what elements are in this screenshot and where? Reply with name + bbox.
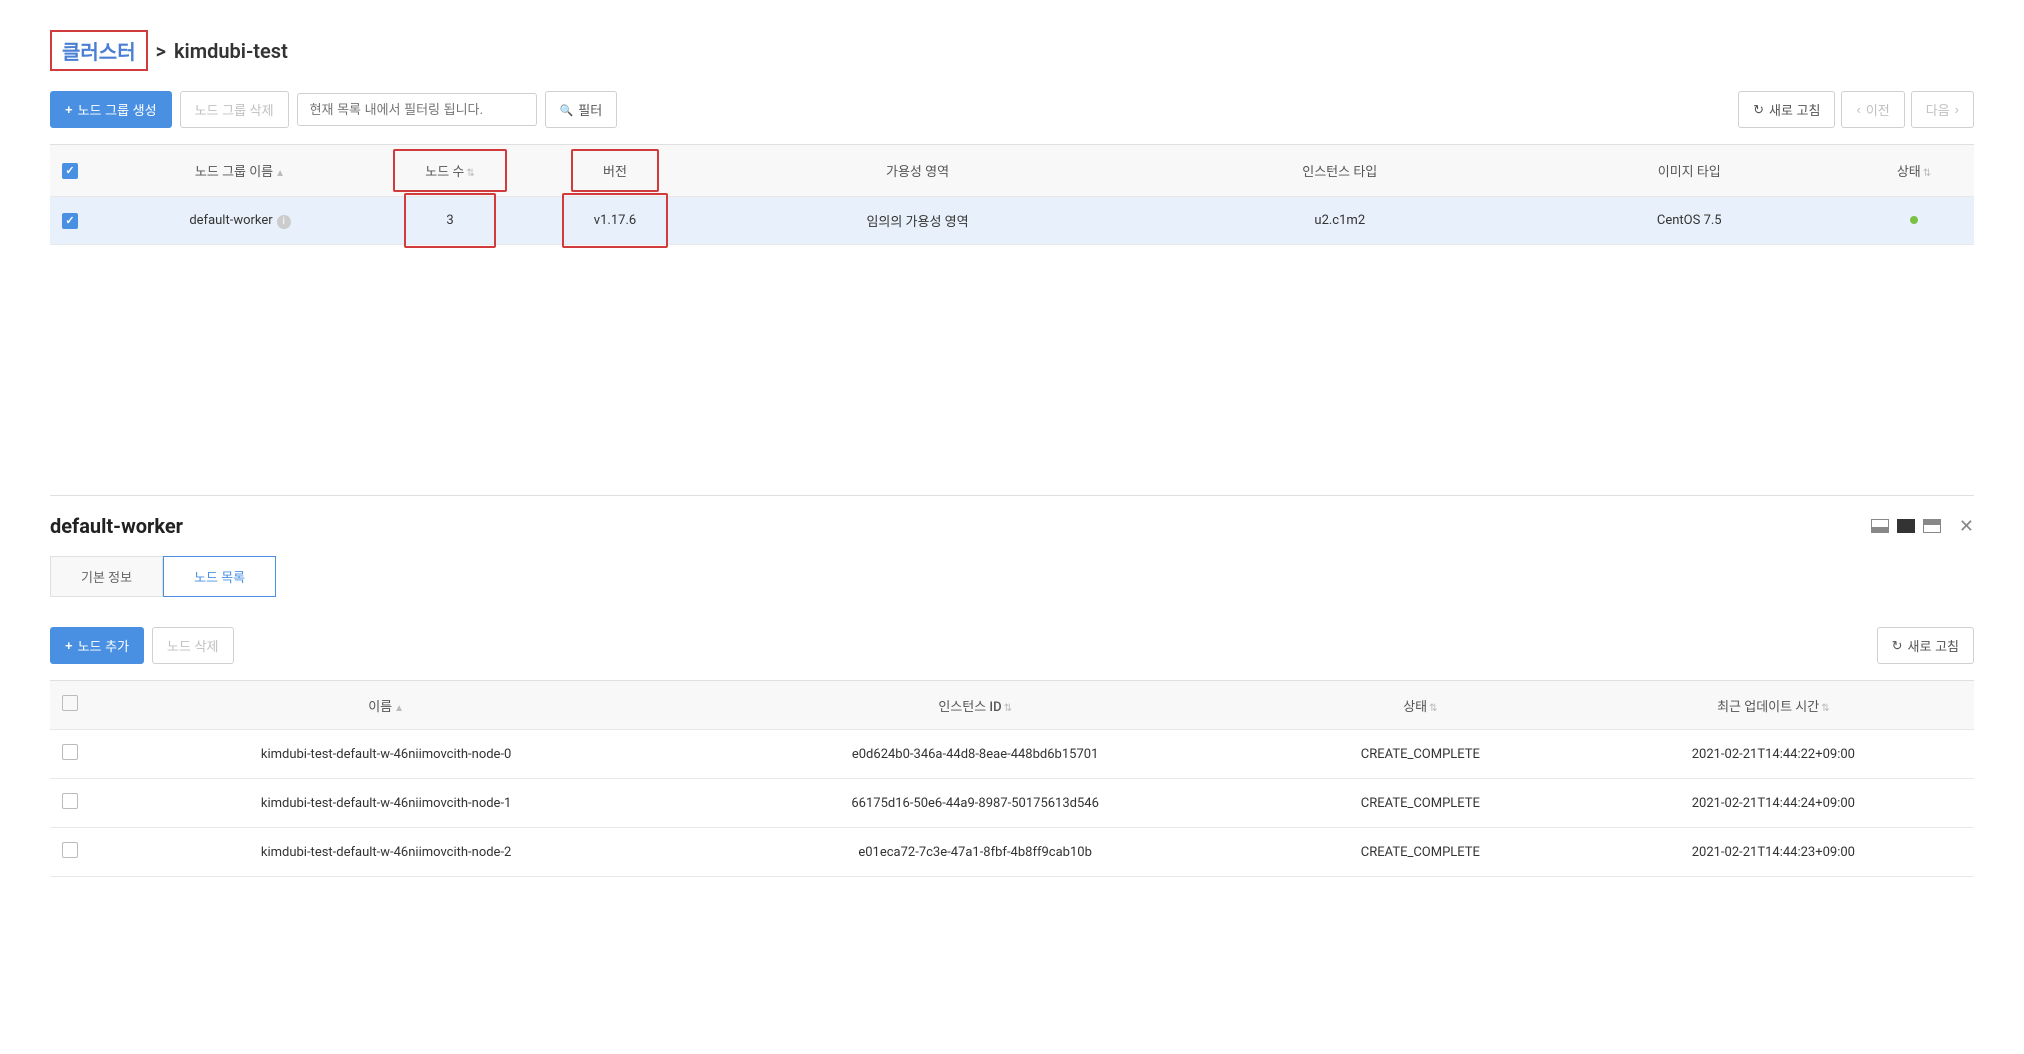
image-cell: CentOS 7.5 (1525, 197, 1855, 245)
chevron-right-icon (1955, 102, 1959, 117)
sort-icon: ▲ (394, 703, 404, 714)
prev-button[interactable]: 이전 (1841, 91, 1904, 128)
detail-panel: default-worker ✕ 기본 정보 노드 목록 노드 추가 노드 삭제 (50, 495, 1974, 877)
status-cell: CREATE_COMPLETE (1268, 779, 1573, 828)
node-group-row[interactable]: default-workeri 3 v1.17.6 임의의 가용성 영역 u2.… (50, 197, 1974, 245)
delete-node-group-button[interactable]: 노드 그룹 삭제 (180, 91, 289, 128)
refresh-label: 새로 고침 (1769, 100, 1820, 119)
row-checkbox[interactable] (62, 213, 78, 229)
create-node-group-label: 노드 그룹 생성 (78, 100, 157, 119)
prev-label: 이전 (1866, 100, 1890, 119)
node-name-cell: kimdubi-test-default-w-46niimovcith-node… (90, 779, 682, 828)
node-name-cell: kimdubi-test-default-w-46niimovcith-node… (90, 828, 682, 877)
search-icon (560, 102, 574, 117)
az-cell: 임의의 가용성 영역 (680, 197, 1155, 245)
node-list-toolbar: 노드 추가 노드 삭제 새로 고침 (50, 627, 1974, 664)
status-cell: CREATE_COMPLETE (1268, 730, 1573, 779)
col-instance-type[interactable]: 인스턴스 타입 (1155, 145, 1524, 197)
panel-refresh-button[interactable]: 새로 고침 (1877, 627, 1974, 664)
instance-cell: u2.c1m2 (1155, 197, 1524, 245)
panel-layout-bottom-icon[interactable] (1871, 519, 1889, 533)
col-node-name[interactable]: 이름▲ (90, 681, 682, 730)
sort-icon: ⇅ (1923, 168, 1931, 179)
updated-cell: 2021-02-21T14:44:24+09:00 (1573, 779, 1974, 828)
instance-id-cell: e0d624b0-346a-44d8-8eae-448bd6b15701 (682, 730, 1268, 779)
tab-basic-info[interactable]: 기본 정보 (50, 556, 163, 597)
sort-icon: ⇅ (466, 168, 474, 179)
sort-icon: ⇅ (1429, 703, 1437, 714)
col-instance-id[interactable]: 인스턴스 ID⇅ (682, 681, 1268, 730)
panel-title: default-worker (50, 514, 183, 538)
node-row[interactable]: kimdubi-test-default-w-46niimovcith-node… (50, 730, 1974, 779)
add-node-button[interactable]: 노드 추가 (50, 627, 144, 664)
filter-button[interactable]: 필터 (545, 91, 618, 128)
refresh-icon (1753, 102, 1764, 118)
version-cell: v1.17.6 (562, 193, 668, 248)
col-node-count[interactable]: 노드 수⇅ (390, 145, 510, 197)
node-row[interactable]: kimdubi-test-default-w-46niimovcith-node… (50, 828, 1974, 877)
sort-icon: ▲ (275, 168, 285, 179)
create-node-group-button[interactable]: 노드 그룹 생성 (50, 91, 172, 128)
col-updated[interactable]: 최근 업데이트 시간⇅ (1573, 681, 1974, 730)
refresh-icon (1892, 638, 1903, 654)
breadcrumb-cluster-link[interactable]: 클러스터 (50, 30, 148, 71)
refresh-button[interactable]: 새로 고침 (1738, 91, 1835, 128)
next-label: 다음 (1926, 100, 1950, 119)
tab-node-list[interactable]: 노드 목록 (163, 556, 276, 597)
col-image-type[interactable]: 이미지 타입 (1525, 145, 1855, 197)
col-node-status[interactable]: 상태⇅ (1268, 681, 1573, 730)
row-checkbox[interactable] (62, 744, 78, 760)
col-az[interactable]: 가용성 영역 (680, 145, 1155, 197)
instance-id-cell: 66175d16-50e6-44a9-8987-50175613d546 (682, 779, 1268, 828)
updated-cell: 2021-02-21T14:44:22+09:00 (1573, 730, 1974, 779)
row-checkbox[interactable] (62, 793, 78, 809)
filter-label: 필터 (578, 100, 602, 119)
select-all-checkbox[interactable] (62, 163, 78, 179)
close-icon[interactable]: ✕ (1959, 516, 1974, 537)
breadcrumb-separator: > (156, 39, 166, 63)
breadcrumb: 클러스터 > kimdubi-test (50, 0, 1974, 91)
chevron-left-icon (1856, 102, 1860, 117)
col-status[interactable]: 상태⇅ (1854, 145, 1974, 197)
node-row[interactable]: kimdubi-test-default-w-46niimovcith-node… (50, 779, 1974, 828)
delete-node-button[interactable]: 노드 삭제 (152, 627, 233, 664)
status-cell: CREATE_COMPLETE (1268, 828, 1573, 877)
next-button[interactable]: 다음 (1911, 91, 1974, 128)
panel-tabs: 기본 정보 노드 목록 (50, 556, 1974, 597)
node-name-cell: kimdubi-test-default-w-46niimovcith-node… (90, 730, 682, 779)
node-group-table: 노드 그룹 이름▲ 노드 수⇅ 버전 가용성 영역 인스턴스 타입 이미지 타입… (50, 144, 1974, 245)
panel-layout-full-icon[interactable] (1897, 519, 1915, 533)
node-group-toolbar: 노드 그룹 생성 노드 그룹 삭제 필터 새로 고침 이전 다음 (50, 91, 1974, 128)
sort-icon: ⇅ (1821, 703, 1829, 714)
col-name[interactable]: 노드 그룹 이름▲ (90, 145, 390, 197)
plus-icon (65, 638, 73, 653)
plus-icon (65, 102, 73, 117)
node-group-name: default-workeri (90, 197, 390, 245)
row-checkbox[interactable] (62, 842, 78, 858)
instance-id-cell: e01eca72-7c3e-47a1-8fbf-4b8ff9cab10b (682, 828, 1268, 877)
info-icon[interactable]: i (277, 215, 291, 229)
breadcrumb-current: kimdubi-test (174, 39, 288, 63)
node-list-table: 이름▲ 인스턴스 ID⇅ 상태⇅ 최근 업데이트 시간⇅ kimdubi-tes… (50, 680, 1974, 877)
select-all-nodes-checkbox[interactable] (62, 695, 78, 711)
filter-input[interactable] (297, 93, 537, 126)
node-count-cell: 3 (404, 193, 495, 248)
add-node-label: 노드 추가 (78, 636, 129, 655)
status-dot-icon (1910, 216, 1918, 224)
panel-refresh-label: 새로 고침 (1908, 636, 1959, 655)
sort-icon: ⇅ (1004, 703, 1012, 714)
col-version[interactable]: 버전 (550, 145, 680, 197)
panel-layout-top-icon[interactable] (1923, 519, 1941, 533)
updated-cell: 2021-02-21T14:44:23+09:00 (1573, 828, 1974, 877)
